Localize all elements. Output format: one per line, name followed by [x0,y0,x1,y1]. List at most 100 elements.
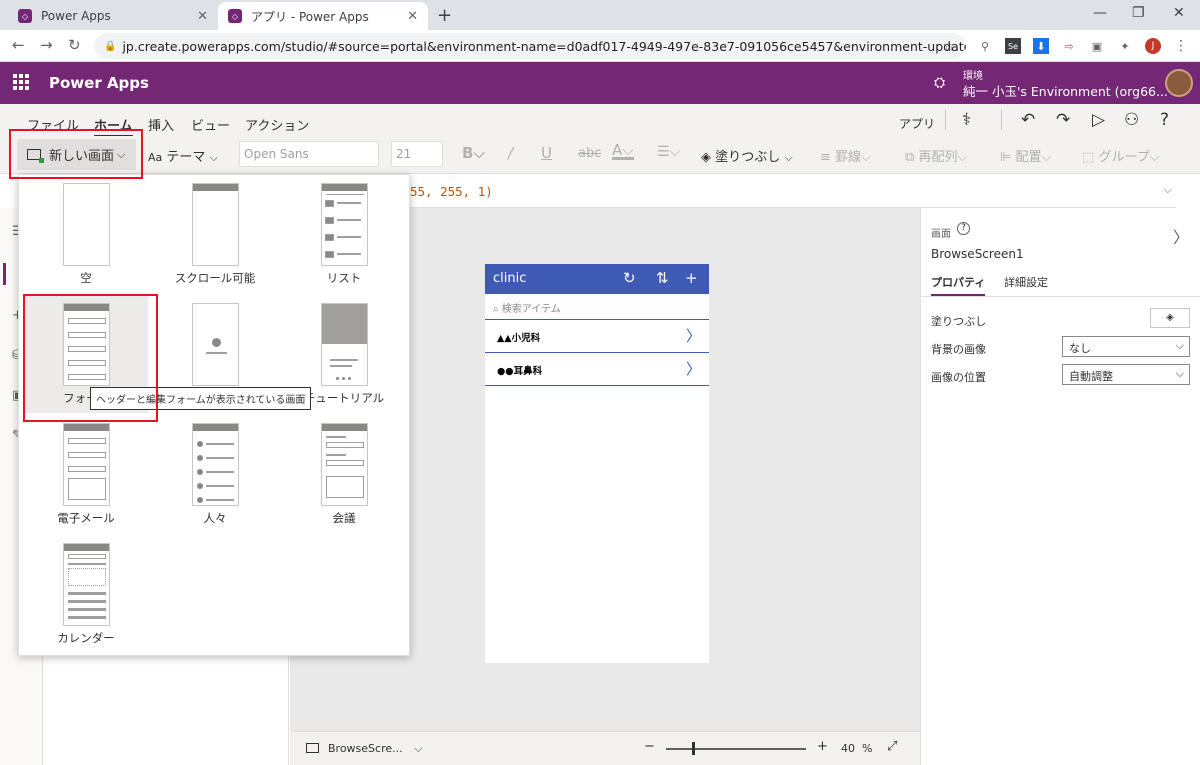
extension-arrow-icon[interactable]: ⇨ [1061,38,1077,54]
template-thumbnail [63,543,110,626]
border-button[interactable]: ≡ 罫線⌵ [820,146,871,165]
strikethrough-icon[interactable]: abc [578,146,601,161]
environment-name[interactable]: 純一 小玉's Environment (org66... [963,81,1168,100]
browser-tab-power-apps[interactable]: ◇ Power Apps ✕ [8,2,218,30]
undo-icon[interactable]: ↶ [1021,110,1035,130]
screen-name[interactable]: BrowseScreen1 [931,247,1024,261]
theme-icon: Aa [148,151,163,164]
template-scrollable[interactable]: スクロール可能 [153,175,277,293]
fill-color-picker[interactable]: ◈ [1150,308,1190,328]
theme-label: テーマ [166,150,206,165]
fill-label: 塗りつぶし [931,315,987,328]
image-position-select[interactable]: 自動調整 ⌵ [1062,364,1190,385]
tab-advanced[interactable]: 詳細設定 [1004,274,1048,290]
restore-icon[interactable]: ❐ [1132,5,1145,21]
template-blank[interactable]: 空 [24,175,148,293]
power-apps-header: Power Apps ⛭ 環境 純一 小玉's Environment (org… [0,62,1200,104]
template-list[interactable]: リスト [282,175,406,293]
screen-header: clinic ↻ ⇅ + [485,264,709,294]
screen-title[interactable]: clinic [493,271,526,286]
browser-tab-bar: ◇ Power Apps ✕ ◇ アプリ - Power Apps ✕ + — … [0,0,1200,30]
template-thumbnail [321,423,368,506]
selenium-extension-icon[interactable]: Se [1005,38,1021,54]
zoom-in-icon[interactable]: + [817,739,828,754]
forward-icon[interactable]: → [40,36,53,54]
chat-extension-icon[interactable]: ▣ [1089,38,1105,54]
italic-icon[interactable]: / [508,144,513,162]
font-size-select[interactable]: 21 [391,141,443,167]
template-people[interactable]: 人々 [153,415,277,533]
template-thumbnail [192,423,239,506]
preview-play-icon[interactable]: ▷ [1092,110,1105,130]
zoom-slider[interactable] [666,748,806,750]
search-input[interactable]: ⌕ 検索アイテム [485,294,709,320]
app-launcher-icon[interactable] [13,74,29,90]
user-avatar[interactable] [1165,69,1193,97]
fill-button[interactable]: ◈ 塗りつぶし ⌵ [701,146,793,165]
template-meeting[interactable]: 会議 [282,415,406,533]
help-icon[interactable]: ? [1160,110,1169,130]
list-item[interactable]: ●●耳鼻科 〉 [485,353,709,386]
highlight-new-screen [9,129,143,179]
close-tab-icon[interactable]: ✕ [197,9,208,24]
address-bar-row: ← → ↻ 🔒 jp.create.powerapps.com/studio/#… [0,30,1200,62]
list-item-title: ●●耳鼻科 [497,366,543,377]
fill-label: 塗りつぶし [715,150,781,165]
tab-title: アプリ - Power Apps [251,9,369,24]
redo-icon[interactable]: ↷ [1056,110,1070,130]
template-label: リスト [326,271,362,285]
environment-label: 環境 [963,71,983,82]
menu-view[interactable]: ビュー [191,115,230,134]
theme-button[interactable]: Aa テーマ ⌵ [148,146,218,165]
formula-bar[interactable]: 55, 255, 1) ⌵ [410,174,1176,208]
browser-menu-icon[interactable]: ⋮ [1173,38,1189,54]
app-settings-link[interactable]: アプリ [899,115,935,132]
text-align-icon[interactable]: ☰⌵ [657,144,680,160]
chevron-down-icon[interactable]: ⌵ [1164,183,1172,197]
bold-icon[interactable]: B⌵ [462,144,485,162]
close-tab-icon[interactable]: ✕ [407,9,418,24]
menu-insert[interactable]: 挿入 [148,115,174,134]
tab-properties[interactable]: プロパティ [931,274,986,296]
profile-avatar[interactable]: J [1145,38,1161,54]
minimize-icon[interactable]: — [1093,5,1107,21]
sort-icon[interactable]: ⇅ [656,269,669,287]
align-button[interactable]: ⊫ 配置⌵ [1000,146,1051,165]
chevron-right-icon[interactable]: 〉 [1173,224,1189,248]
template-calendar[interactable]: カレンダー [24,535,148,653]
new-tab-icon[interactable]: + [437,5,452,26]
reload-icon[interactable]: ↻ [68,36,81,54]
browser-tab-app[interactable]: ◇ アプリ - Power Apps ✕ [218,2,428,30]
close-window-icon[interactable]: ✕ [1173,5,1185,21]
chevron-right-icon[interactable]: 〉 [686,325,701,346]
bookmark-star-icon[interactable]: ☆ [941,37,957,55]
url-field[interactable]: 🔒 jp.create.powerapps.com/studio/#source… [94,33,966,59]
zoom-slider-thumb[interactable] [692,742,695,755]
screen-selector[interactable]: BrowseScre... ⌵ [328,742,422,756]
screen-selector-value: BrowseScre... [328,742,403,755]
zoom-out-icon[interactable]: − [644,739,655,754]
info-icon[interactable]: ? [957,222,970,235]
template-label: 電子メール [57,511,115,525]
phone-screen-preview[interactable]: clinic ↻ ⇅ + ⌕ 検索アイテム ▲▲小児科 〉 ●●耳鼻科 〉 [485,264,709,663]
puzzle-extension-icon[interactable]: ✦ [1117,38,1133,54]
share-icon[interactable]: ⚇ [1124,110,1139,130]
back-icon[interactable]: ← [12,36,25,54]
font-family-select[interactable]: Open Sans [239,141,379,167]
menu-action[interactable]: アクション [245,115,309,134]
font-color-icon[interactable]: A⌵ [612,143,634,160]
extension-link-icon[interactable]: ⚲ [977,38,993,54]
underline-icon[interactable]: U [541,144,552,162]
fit-to-window-icon[interactable]: ⤢ [887,739,897,754]
list-item[interactable]: ▲▲小児科 〉 [485,320,709,353]
chevron-right-icon[interactable]: 〉 [686,358,701,379]
group-button[interactable]: ⬚ グループ⌵ [1082,146,1160,165]
app-checker-icon[interactable]: ⚕ [962,110,971,130]
background-image-select[interactable]: なし ⌵ [1062,336,1190,357]
download-extension-icon[interactable]: ⬇ [1033,38,1049,54]
template-email[interactable]: 電子メール [24,415,148,533]
reorder-button[interactable]: ⧉ 再配列⌵ [905,146,967,165]
refresh-icon[interactable]: ↻ [623,269,636,287]
canvas-status-bar: BrowseScre... ⌵ − + 40 % ⤢ [290,731,920,765]
add-icon[interactable]: + [685,269,698,287]
